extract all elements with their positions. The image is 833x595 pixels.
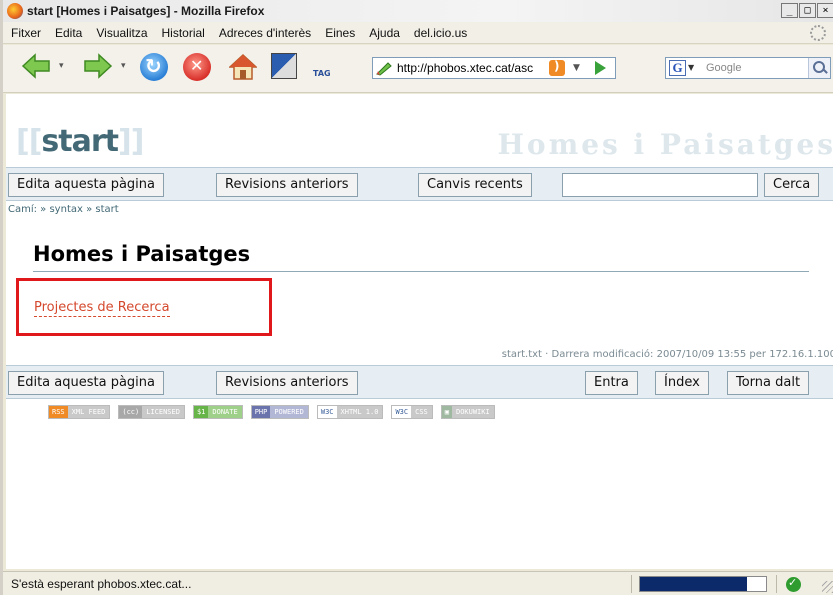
bracket-open: [[ (16, 124, 42, 159)
index-button[interactable]: Índex (655, 371, 709, 395)
old-revisions-button-bottom[interactable]: Revisions anteriors (216, 371, 358, 395)
minimize-button[interactable]: _ (781, 3, 798, 18)
status-bar: S'està esperant phobos.xtec.cat... (3, 571, 833, 595)
window-title: start [Homes i Paisatges] - Mozilla Fire… (27, 4, 265, 18)
search-box[interactable]: G ▼ Google (665, 57, 831, 79)
menu-adreces[interactable]: Adreces d'interès (212, 26, 318, 40)
stop-icon[interactable] (183, 53, 211, 81)
forward-dropdown-icon[interactable]: ▾ (121, 61, 126, 71)
maximize-button[interactable]: □ (799, 3, 816, 18)
back-dropdown-icon[interactable]: ▾ (59, 61, 64, 71)
status-separator (776, 575, 777, 593)
menu-ajuda[interactable]: Ajuda (362, 26, 407, 40)
edit-page-button[interactable]: Edita aquesta pàgina (8, 173, 164, 197)
window-controls: _ □ × (780, 3, 833, 18)
back-arrow-icon[interactable] (21, 53, 51, 79)
url-text[interactable]: http://phobos.xtec.cat/asc (397, 61, 547, 75)
bracket-close: ]] (118, 124, 144, 159)
forward-arrow-icon[interactable] (83, 53, 113, 79)
url-dropdown-icon[interactable]: ▼ (573, 63, 580, 73)
old-revisions-button[interactable]: Revisions anteriors (216, 173, 358, 197)
go-icon[interactable] (595, 61, 606, 75)
status-ok-icon[interactable] (786, 576, 801, 592)
page-info: start.txt · Darrera modificació: 2007/10… (501, 349, 833, 360)
menu-fitxer[interactable]: Fitxer (3, 26, 48, 40)
status-text: S'està esperant phobos.xtec.cat... (11, 577, 192, 591)
page-content: [[start]] Homes i Paisatges Edita aquest… (6, 94, 833, 569)
xhtml-badge[interactable]: W3C XHTML 1.0 (316, 405, 384, 419)
wiki-search-input[interactable] (562, 173, 758, 197)
rss-badge[interactable]: RSS XML FEED (48, 405, 111, 419)
close-button[interactable]: × (817, 3, 833, 18)
badge-left: PHP (251, 406, 271, 418)
bookmark-icon[interactable] (271, 53, 297, 79)
search-magnifier-icon[interactable] (808, 58, 830, 78)
badge-left: (cc) (119, 406, 143, 418)
google-engine-icon[interactable]: G (669, 60, 686, 76)
wiki-search-button[interactable]: Cerca (764, 173, 820, 197)
projectes-recerca-link[interactable]: Projectes de Recerca (34, 300, 170, 317)
badge-right: LICENSED (142, 406, 184, 418)
php-badge[interactable]: PHP POWERED (250, 405, 309, 419)
bottom-button-bar: Edita aquesta pàgina Revisions anteriors… (6, 365, 833, 399)
badge-right: DOKUWIKI (451, 406, 494, 418)
menu-bar: Fitxer Edita Visualitza Historial Adrece… (3, 22, 833, 44)
url-bar[interactable]: http://phobos.xtec.cat/asc ▼ (372, 57, 616, 79)
search-input[interactable]: Google (706, 62, 741, 74)
badge-left: RSS (49, 406, 68, 418)
progress-bar (639, 576, 767, 592)
rss-feed-icon[interactable] (549, 59, 565, 76)
menu-delicious[interactable]: del.icio.us (407, 26, 474, 40)
dokuwiki-badge[interactable]: ▣ DOKUWIKI (440, 405, 495, 419)
site-name: start (41, 124, 119, 159)
menu-visualitza[interactable]: Visualitza (89, 26, 154, 40)
menu-historial[interactable]: Historial (155, 26, 212, 40)
site-icon (376, 62, 392, 76)
badge-right: XML FEED (67, 406, 110, 418)
donate-badge[interactable]: $1 DONATE (192, 405, 243, 419)
title-divider (33, 271, 809, 272)
top-button-bar: Edita aquesta pàgina Revisions anteriors… (6, 167, 833, 201)
tag-icon[interactable]: TAG (311, 53, 337, 81)
cc-license-badge[interactable]: (cc) LICENSED (118, 405, 185, 419)
css-badge[interactable]: W3C CSS (391, 405, 433, 419)
home-icon[interactable] (229, 53, 257, 81)
breadcrumb: Camí: » syntax » start (8, 204, 119, 215)
resize-grip-icon[interactable] (822, 581, 833, 593)
page-title: Homes i Paisatges (33, 242, 251, 266)
badge-right: CSS (411, 406, 432, 418)
status-separator (631, 575, 632, 593)
menu-eines[interactable]: Eines (318, 26, 362, 40)
badge-right: POWERED (270, 406, 308, 418)
wiki-heading: Homes i Paisatges (497, 128, 833, 161)
recent-changes-button[interactable]: Canvis recents (418, 173, 532, 197)
badge-left: ▣ (441, 406, 452, 418)
reload-icon[interactable] (140, 53, 168, 81)
progress-fill (640, 577, 748, 591)
badge-left: $1 (193, 406, 209, 418)
badge-right: XHTML 1.0 (336, 406, 383, 418)
login-button[interactable]: Entra (585, 371, 638, 395)
throbber-icon (810, 25, 826, 41)
wiki-header: [[start]] Homes i Paisatges (6, 94, 833, 164)
engine-dropdown-icon[interactable]: ▼ (688, 63, 694, 72)
badge-right: DONATE (208, 406, 242, 418)
firefox-icon (7, 3, 23, 19)
navigation-toolbar: ▾ ▾ TAG http://phobos.xtec.cat/asc ▼ G (3, 45, 833, 93)
browser-window: start [Homes i Paisatges] - Mozilla Fire… (0, 0, 833, 595)
footer-badges: RSS XML FEED (cc) LICENSED $1 DONATE PHP POW… (48, 405, 495, 419)
menu-edita[interactable]: Edita (48, 26, 89, 40)
badge-left: W3C (317, 406, 337, 418)
title-bar: start [Homes i Paisatges] - Mozilla Fire… (3, 0, 833, 22)
edit-page-button-bottom[interactable]: Edita aquesta pàgina (8, 371, 164, 395)
wiki-site-title[interactable]: [[start]] (16, 124, 144, 159)
back-to-top-button[interactable]: Torna dalt (727, 371, 810, 395)
badge-left: W3C (392, 406, 412, 418)
